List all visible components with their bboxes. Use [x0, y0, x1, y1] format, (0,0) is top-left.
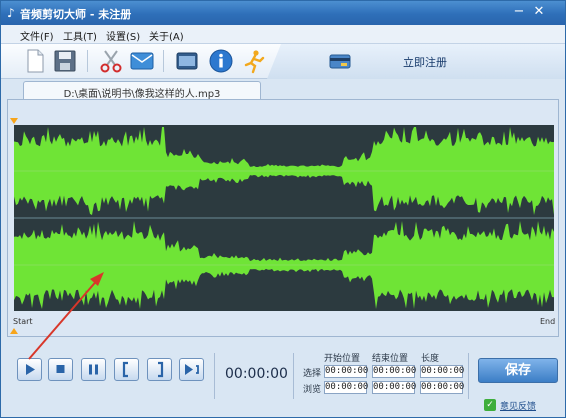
new-file-icon[interactable]: [22, 48, 48, 74]
select-row-label: 选择: [303, 369, 322, 379]
register-icon[interactable]: [329, 52, 351, 70]
pause-button[interactable]: [81, 358, 106, 381]
timeline-end-label: End: [540, 317, 556, 326]
preview-start-field[interactable]: 00:00:00: [324, 381, 368, 394]
music-note-icon: ♪: [7, 6, 15, 20]
panel-separator: [293, 353, 294, 399]
feedback-link[interactable]: 意见反馈: [500, 399, 536, 412]
register-link[interactable]: 立即注册: [403, 54, 447, 70]
toolbar-separator: [163, 50, 164, 72]
mark-end-icon: [158, 361, 164, 378]
title-bar[interactable]: ♪ 音频剪切大师 - 未注册 − ✕: [1, 1, 565, 25]
toolbar: 立即注册: [1, 44, 565, 79]
menu-tools[interactable]: 工具(T): [63, 28, 97, 43]
info-icon[interactable]: [208, 48, 234, 74]
file-tab[interactable]: D:\桌面\说明书\像我这样的人.mp3: [23, 81, 261, 100]
toolbar-separator: [87, 50, 88, 72]
app-window: ♪ 音频剪切大师 - 未注册 − ✕ 文件(F) 工具(T) 设置(S) 关于(…: [0, 0, 566, 418]
play-selection-icon: [185, 364, 199, 375]
save-button[interactable]: 保存: [478, 358, 558, 383]
screen-icon[interactable]: [174, 48, 200, 74]
play-button[interactable]: [17, 358, 42, 381]
timeline-start-label: Start: [13, 317, 33, 326]
menu-bar: 文件(F) 工具(T) 设置(S) 关于(A): [1, 25, 565, 44]
cut-icon[interactable]: [98, 48, 124, 74]
mark-start-icon: [122, 361, 128, 378]
save-icon[interactable]: [52, 48, 78, 74]
window-title: 音频剪切大师 - 未注册: [20, 8, 132, 21]
stop-button[interactable]: [48, 358, 73, 381]
waveform-view[interactable]: [14, 125, 554, 311]
file-path-label: D:\桌面\说明书\像我这样的人.mp3: [63, 89, 221, 100]
select-end-field[interactable]: 00:00:00: [372, 365, 416, 378]
panel-separator: [214, 353, 215, 399]
checkmark-icon: ✓: [484, 399, 496, 411]
preview-end-field[interactable]: 00:00:00: [372, 381, 416, 394]
waveform-panel: [7, 99, 559, 337]
length-header: 长度: [421, 354, 440, 364]
mark-start-button[interactable]: [114, 358, 139, 381]
menu-settings[interactable]: 设置(S): [106, 28, 140, 43]
runner-icon[interactable]: [241, 48, 267, 74]
mail-icon[interactable]: [129, 48, 155, 74]
panel-separator: [468, 353, 469, 399]
close-button[interactable]: ✕: [531, 4, 547, 20]
start-position-header: 开始位置: [324, 354, 361, 364]
mark-end-button[interactable]: [147, 358, 172, 381]
preview-row-label: 浏览: [303, 385, 322, 395]
stop-icon: [56, 365, 65, 373]
end-position-header: 结束位置: [372, 354, 409, 364]
select-length-field[interactable]: 00:00:00: [420, 365, 464, 378]
menu-about[interactable]: 关于(A): [149, 28, 184, 43]
minimize-button[interactable]: −: [511, 4, 527, 20]
time-display: 00:00:00: [225, 366, 288, 382]
play-selection-button[interactable]: [179, 358, 204, 381]
select-start-field[interactable]: 00:00:00: [324, 365, 368, 378]
pause-icon: [89, 364, 98, 375]
play-icon: [26, 364, 35, 375]
preview-length-field[interactable]: 00:00:00: [420, 381, 464, 394]
menu-file[interactable]: 文件(F): [20, 28, 54, 43]
